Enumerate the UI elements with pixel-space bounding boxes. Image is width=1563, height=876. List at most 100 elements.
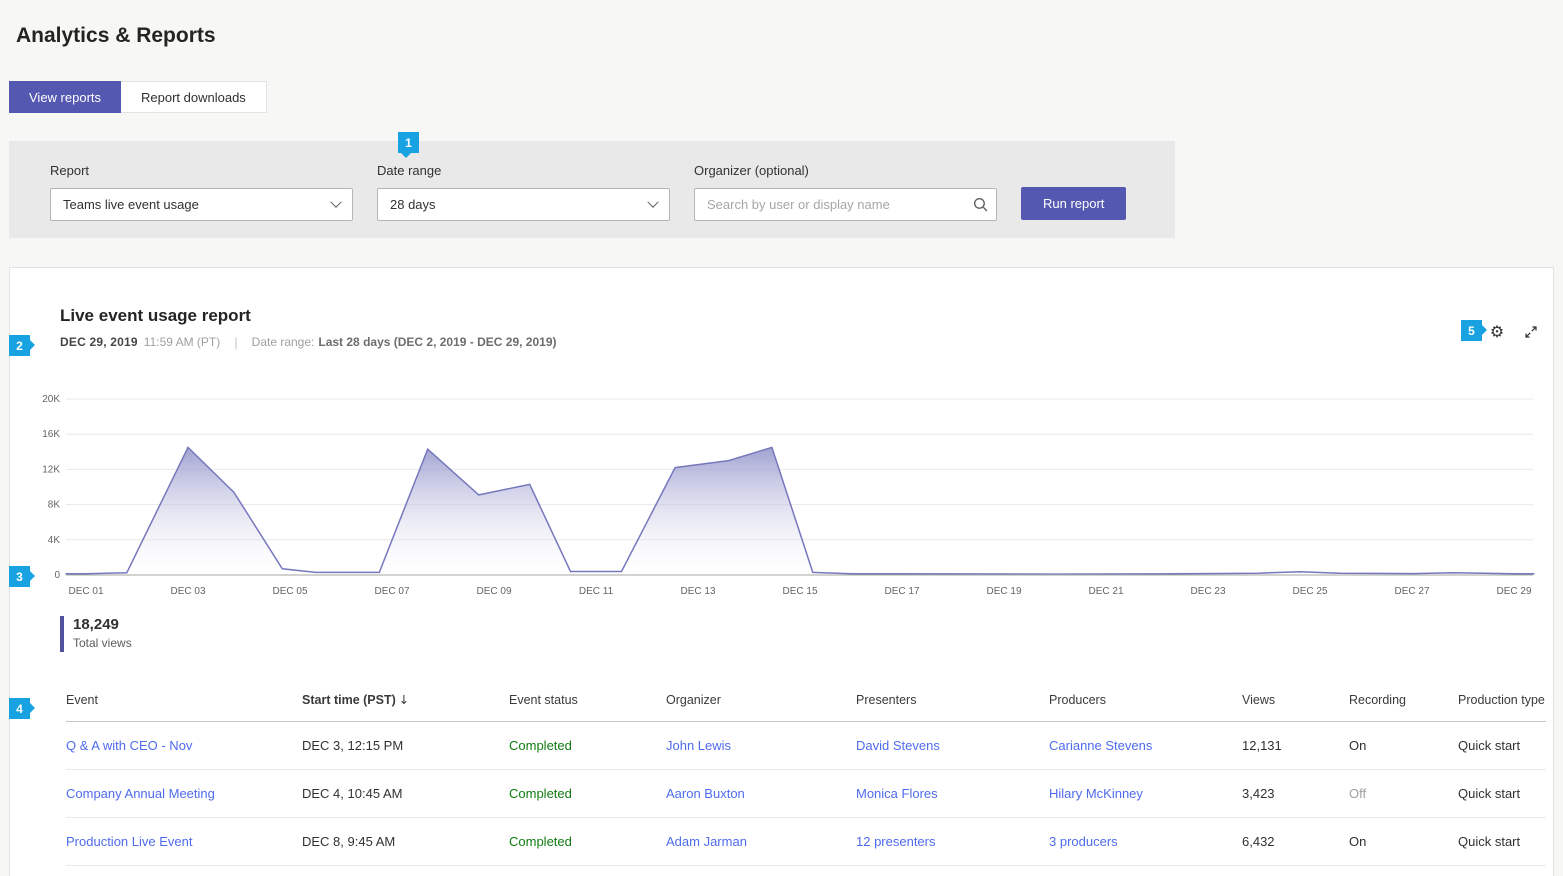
report-time: 11:59 AM (PT): [144, 335, 220, 349]
run-report-button[interactable]: Run report: [1021, 187, 1126, 220]
table-row: Production Live Event DEC 8, 9:45 AM Com…: [66, 818, 1546, 866]
annotation-badge-1: 1: [398, 132, 419, 153]
col-header-views: Views: [1242, 692, 1349, 722]
date-range-field-label: Date range: [377, 163, 670, 178]
annotation-badge-4: 4: [9, 698, 30, 719]
report-meta: DEC 29, 2019 11:59 AM (PT) | Date range:…: [60, 334, 1553, 350]
svg-text:DEC 23: DEC 23: [1190, 586, 1225, 597]
table-row: Q & A with CEO - Nov DEC 3, 12:15 PM Com…: [66, 722, 1546, 770]
page-title: Analytics & Reports: [16, 24, 216, 48]
chevron-down-icon: [647, 196, 658, 207]
organizer-link[interactable]: Aaron Buxton: [666, 786, 745, 801]
start-time-cell: DEC 4, 10:45 AM: [302, 770, 509, 818]
expand-fullscreen-icon[interactable]: [1521, 322, 1541, 342]
views-cell: 3,423: [1242, 770, 1349, 818]
organizer-link[interactable]: John Lewis: [666, 738, 731, 753]
event-status-cell: Completed: [509, 818, 666, 866]
chevron-down-icon: [330, 196, 341, 207]
event-link[interactable]: Company Annual Meeting: [66, 786, 215, 801]
usage-chart: 04K8K12K16K20KDEC 01DEC 03DEC 05DEC 07DE…: [42, 394, 1553, 604]
views-cell: 6,432: [1242, 818, 1349, 866]
report-title: Live event usage report: [60, 304, 1553, 328]
presenters-link[interactable]: Monica Flores: [856, 786, 938, 801]
table-header-row: Event Start time (PST)↓ Event status Org…: [66, 692, 1546, 722]
svg-text:DEC 07: DEC 07: [374, 586, 409, 597]
col-header-event: Event: [66, 692, 302, 722]
meta-divider: |: [234, 335, 237, 350]
recording-cell: On: [1349, 818, 1458, 866]
col-header-production-type: Production type: [1458, 692, 1546, 722]
svg-text:0: 0: [54, 570, 60, 581]
annotation-badge-2: 2: [9, 335, 30, 356]
annotation-badge-5: 5: [1461, 320, 1482, 341]
report-tabs: View reports Report downloads: [9, 81, 267, 113]
recording-cell: On: [1349, 722, 1458, 770]
total-views-label: Total views: [73, 636, 132, 650]
report-select[interactable]: Teams live event usage: [50, 188, 353, 221]
date-range-field: Date range 28 days: [377, 163, 670, 221]
svg-text:DEC 15: DEC 15: [782, 586, 817, 597]
svg-text:DEC 27: DEC 27: [1394, 586, 1429, 597]
start-time-cell: DEC 3, 12:15 PM: [302, 722, 509, 770]
presenters-link[interactable]: 12 presenters: [856, 834, 936, 849]
start-time-cell: DEC 8, 9:45 AM: [302, 818, 509, 866]
presenters-link[interactable]: David Stevens: [856, 738, 940, 753]
organizer-search-input[interactable]: [694, 188, 997, 221]
date-range-label: Date range:: [252, 335, 315, 349]
svg-text:8K: 8K: [48, 500, 61, 511]
usage-chart-svg: 04K8K12K16K20KDEC 01DEC 03DEC 05DEC 07DE…: [42, 394, 1537, 604]
legend-color-bar: [60, 616, 64, 652]
total-views-value: 18,249: [73, 616, 132, 634]
date-range-select-value: 28 days: [390, 197, 436, 212]
live-event-usage-report-card: ⚙ Live event usage report DEC 29, 2019 1…: [9, 267, 1554, 876]
organizer-field: Organizer (optional): [694, 163, 997, 221]
col-header-organizer: Organizer: [666, 692, 856, 722]
report-date: DEC 29, 2019: [60, 335, 138, 349]
svg-text:DEC 01: DEC 01: [68, 586, 103, 597]
svg-text:12K: 12K: [42, 464, 60, 475]
producers-link[interactable]: 3 producers: [1049, 834, 1118, 849]
col-header-recording: Recording: [1349, 692, 1458, 722]
col-header-start-time[interactable]: Start time (PST)↓: [302, 692, 509, 722]
production-type-cell: Quick start: [1458, 770, 1546, 818]
svg-text:16K: 16K: [42, 429, 60, 440]
col-header-event-status: Event status: [509, 692, 666, 722]
col-header-producers: Producers: [1049, 692, 1242, 722]
col-header-presenters: Presenters: [856, 692, 1049, 722]
production-type-cell: Quick start: [1458, 818, 1546, 866]
svg-text:20K: 20K: [42, 394, 60, 405]
analytics-reports-page: Analytics & Reports View reports Report …: [0, 0, 1563, 876]
event-status-cell: Completed: [509, 722, 666, 770]
chart-legend: 18,249 Total views: [60, 616, 1553, 652]
recording-cell: Off: [1349, 770, 1458, 818]
report-select-value: Teams live event usage: [63, 197, 199, 212]
views-cell: 12,131: [1242, 722, 1349, 770]
organizer-link[interactable]: Adam Jarman: [666, 834, 747, 849]
svg-text:DEC 13: DEC 13: [680, 586, 715, 597]
svg-text:DEC 25: DEC 25: [1292, 586, 1327, 597]
table-row: Company Annual Meeting DEC 4, 10:45 AM C…: [66, 770, 1546, 818]
report-field-label: Report: [50, 163, 353, 178]
svg-text:DEC 17: DEC 17: [884, 586, 919, 597]
producers-link[interactable]: Carianne Stevens: [1049, 738, 1152, 753]
svg-text:DEC 11: DEC 11: [579, 586, 614, 597]
event-link[interactable]: Production Live Event: [66, 834, 192, 849]
date-range-value: Last 28 days (DEC 2, 2019 - DEC 29, 2019…: [318, 335, 556, 349]
svg-text:DEC 05: DEC 05: [272, 586, 307, 597]
tab-report-downloads-label: Report downloads: [141, 90, 246, 105]
date-range-select[interactable]: 28 days: [377, 188, 670, 221]
sort-desc-icon: ↓: [399, 692, 409, 707]
events-table: Event Start time (PST)↓ Event status Org…: [66, 692, 1546, 866]
event-link[interactable]: Q & A with CEO - Nov: [66, 738, 192, 753]
organizer-field-label: Organizer (optional): [694, 163, 997, 178]
tab-report-downloads[interactable]: Report downloads: [121, 81, 267, 113]
search-icon: [972, 196, 989, 216]
svg-text:DEC 19: DEC 19: [986, 586, 1021, 597]
tab-view-reports[interactable]: View reports: [9, 81, 121, 113]
svg-text:DEC 09: DEC 09: [476, 586, 511, 597]
report-field: Report Teams live event usage: [50, 163, 353, 221]
producers-link[interactable]: Hilary McKinney: [1049, 786, 1143, 801]
report-filter-bar: Report Teams live event usage Date range…: [9, 141, 1175, 238]
tab-view-reports-label: View reports: [29, 90, 101, 105]
annotation-badge-3: 3: [9, 566, 30, 587]
